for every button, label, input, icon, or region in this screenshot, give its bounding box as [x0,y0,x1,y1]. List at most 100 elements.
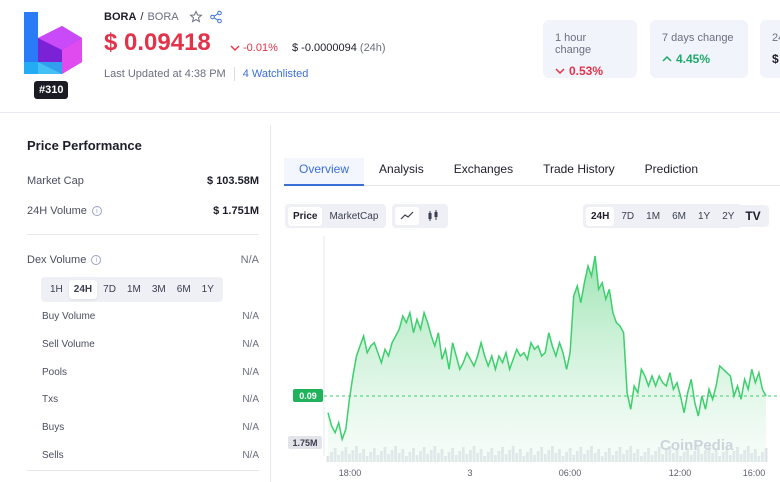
share-icon[interactable] [209,10,223,24]
coinpedia-watermark: CoinPedia [660,437,734,454]
coin-price: $ 0.09418 [104,29,211,56]
price-change-absolute: $ -0.0000094 (24h) [292,42,386,54]
stat-card-24h: 24 $ [760,20,780,78]
stat-card-1h: 1 hour change 0.53% [543,20,637,78]
divider [233,67,235,81]
chart-type-selector [392,204,448,228]
price-chart[interactable]: 0.09 1.75M CoinPedia 18:00 3 06:00 12:00 16:… [284,236,780,482]
current-price-label: 0.09 [299,391,317,401]
stat-label: 24 [772,32,780,44]
row-value: N/A [242,367,259,378]
divider [27,234,259,235]
range-selector: 24H 7D 1M 6M 1Y 2Y [583,204,743,228]
coin-name: BORA [104,11,137,23]
row-value: N/A [242,450,259,461]
market-cap-value: $ 103.58M [207,175,259,187]
chevron-up-icon [662,55,672,62]
dex-volume-value: N/A [240,254,259,266]
coin-separator: / [140,11,144,23]
price-change-percent: -0.01% [230,42,278,54]
stat-value: $ [772,52,779,66]
sells-row: Sells N/A [42,450,259,461]
buy-volume-row: Buy Volume N/A [42,311,259,322]
volume-label: 24H Volume [27,205,87,217]
stat-value: 4.45% [662,52,736,66]
timeframe-24h[interactable]: 24H [68,280,98,299]
row-label: Sell Volume [42,339,95,350]
stat-value-text: 0.53% [569,64,604,78]
x-tick-label: 16:00 [743,468,766,478]
row-label: Txs [42,394,59,405]
timeframe-1m[interactable]: 1M [122,280,146,299]
coin-detail-page: #310 BORA / BORA $ 0.09418 -0.01% $ -0.0… [0,0,780,482]
volume-row: 24H Volume i $ 1.751M [27,205,259,217]
coin-tabs: Overview Analysis Exchanges Trade Histor… [284,158,780,186]
row-label: Pools [42,367,68,378]
chevron-down-icon [555,68,565,75]
change-timeframe: (24h) [359,42,386,54]
txs-row: Txs N/A [42,394,259,405]
metric-selector: Price MarketCap [285,204,387,228]
candlestick-button[interactable] [421,206,445,226]
watchlisted-link[interactable]: 4 Watchlisted [243,68,309,80]
info-icon[interactable]: i [91,255,102,265]
row-value: N/A [242,422,259,433]
x-tick-label: 12:00 [669,468,692,478]
candlestick-icon [428,210,438,221]
tab-overview[interactable]: Overview [284,158,365,186]
bora-logo [24,12,82,74]
stat-label: 7 days change [662,32,734,44]
sell-volume-row: Sell Volume N/A [42,339,259,350]
x-axis-ticks: 18:00 3 06:00 12:00 16:00 [339,468,766,478]
chevron-down-icon [230,45,240,51]
price-area [328,256,766,462]
dex-volume-label: Dex Volume [27,254,87,266]
tab-trade-history[interactable]: Trade History [528,158,630,186]
range-1m[interactable]: 1M [641,207,665,226]
range-6m[interactable]: 6M [667,207,691,226]
metric-price[interactable]: Price [288,206,323,226]
x-tick-label: 06:00 [559,468,582,478]
stat-value: 0.53% [555,64,625,78]
timeframe-1h[interactable]: 1H [45,280,68,299]
change-abs-value: $ -0.0000094 [292,42,357,54]
dex-label-group: Dex Volume i [27,254,102,266]
timeframe-3m[interactable]: 3M [147,280,171,299]
divider [27,470,259,471]
info-icon[interactable]: i [91,206,102,216]
timeframe-7d[interactable]: 7D [98,280,121,299]
volume-value: $ 1.751M [213,205,259,217]
x-tick-label: 18:00 [339,468,362,478]
coin-title: BORA / BORA [104,10,223,24]
tab-analysis[interactable]: Analysis [364,158,439,186]
volume-label: 1.75M [292,438,317,448]
tradingview-logo[interactable]: TV [737,205,769,227]
line-chart-icon [400,211,414,220]
range-24h[interactable]: 24H [586,206,615,226]
line-chart-button[interactable] [395,207,419,225]
range-1y[interactable]: 1Y [693,207,715,226]
row-label: Buys [42,422,65,433]
last-updated: Last Updated at 4:38 PM [104,68,226,80]
tab-exchanges[interactable]: Exchanges [439,158,528,186]
rank-badge: #310 [34,81,69,99]
panel-divider [270,125,271,482]
timeframe-1y[interactable]: 1Y [197,280,219,299]
dex-volume-row: Dex Volume i N/A [27,254,259,266]
stat-value-text: 4.45% [676,52,711,66]
header-divider [0,112,780,113]
stat-label: 1 hour change [555,32,592,56]
timeframe-6m[interactable]: 6M [172,280,196,299]
stat-card-7d: 7 days change 4.45% [650,20,748,78]
star-icon[interactable] [189,10,203,24]
range-7d[interactable]: 7D [616,207,639,226]
dex-timeframe-selector: 1H 24H 7D 1M 3M 6M 1Y [41,277,223,302]
row-value: N/A [242,339,259,350]
last-updated-row: Last Updated at 4:38 PM 4 Watchlisted [104,67,308,81]
market-cap-label: Market Cap [27,175,84,187]
tab-prediction[interactable]: Prediction [630,158,713,186]
market-cap-row: Market Cap $ 103.58M [27,175,259,187]
price-performance-title: Price Performance [27,138,142,153]
metric-marketcap[interactable]: MarketCap [324,207,383,226]
volume-label-group: 24H Volume i [27,205,102,217]
